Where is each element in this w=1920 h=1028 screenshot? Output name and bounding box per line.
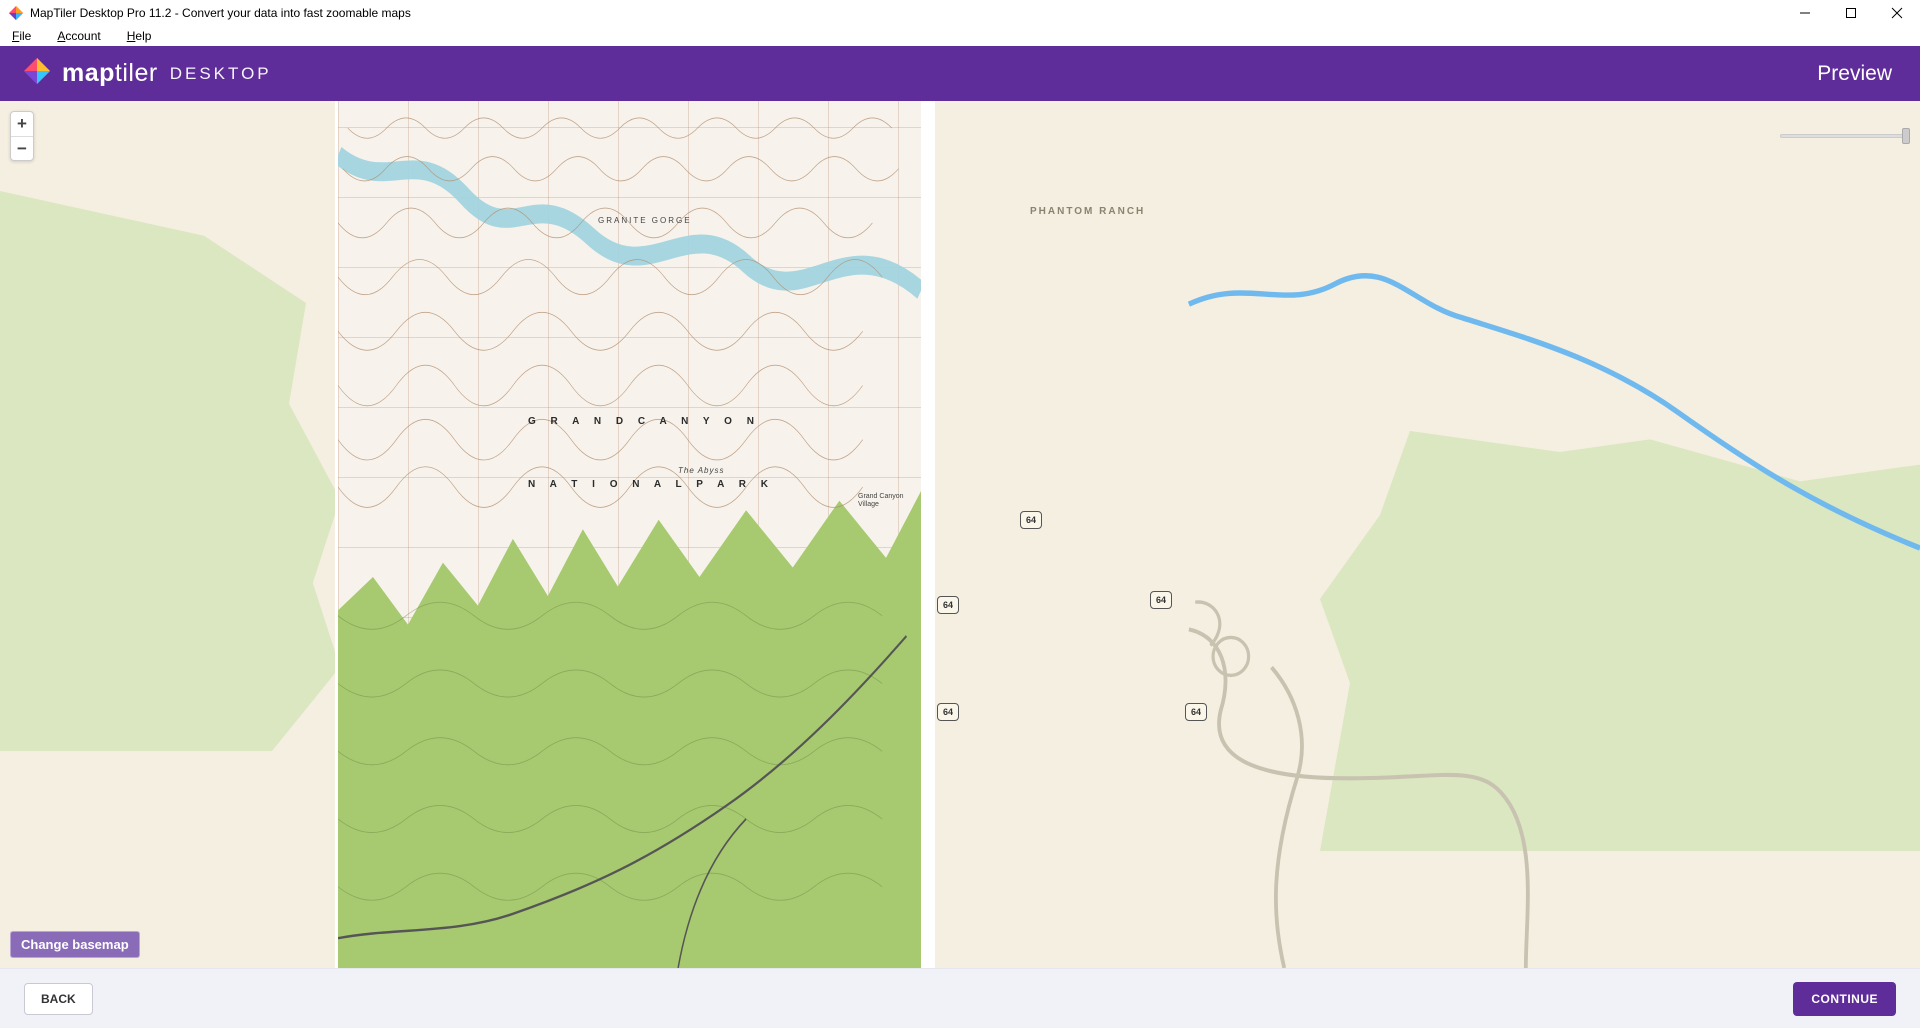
- overlay-topo-image: G R A N D C A N Y O N N A T I O N A L P …: [335, 101, 935, 968]
- brand-suffix: DESKTOP: [170, 64, 272, 84]
- brand-name: maptiler: [62, 59, 158, 88]
- window-minimize-button[interactable]: [1782, 0, 1828, 26]
- zoom-out-button[interactable]: −: [11, 136, 33, 160]
- window-close-button[interactable]: [1874, 0, 1920, 26]
- continue-button[interactable]: CONTINUE: [1793, 982, 1896, 1016]
- window-maximize-button[interactable]: [1828, 0, 1874, 26]
- zoom-control: + −: [10, 111, 34, 161]
- opacity-slider[interactable]: [1780, 131, 1910, 141]
- change-basemap-button[interactable]: Change basemap: [10, 931, 140, 958]
- overlay-label-grand-canyon: G R A N D C A N Y O N: [528, 416, 760, 427]
- overlay-label-granite-gorge: GRANITE GORGE: [598, 216, 692, 225]
- brand-logo-icon: [22, 56, 52, 91]
- menu-account[interactable]: Account: [57, 29, 100, 43]
- window-titlebar: MapTiler Desktop Pro 11.2 - Convert your…: [0, 0, 1920, 26]
- overlay-label-village: Grand Canyon Village: [858, 493, 918, 508]
- basemap-lines: [0, 101, 1920, 968]
- menu-help[interactable]: Help: [127, 29, 152, 43]
- slider-thumb-icon[interactable]: [1902, 128, 1910, 144]
- zoom-in-button[interactable]: +: [11, 112, 33, 136]
- menu-file[interactable]: File: [12, 29, 31, 43]
- page-title: Preview: [1817, 62, 1892, 86]
- window-title: MapTiler Desktop Pro 11.2 - Convert your…: [30, 6, 1782, 20]
- back-button[interactable]: BACK: [24, 983, 93, 1015]
- map-preview[interactable]: + − Change basemap PHANTOM RANCH 64 64 6…: [0, 101, 1920, 968]
- menubar: File Account Help: [0, 26, 1920, 46]
- footer: BACK CONTINUE: [0, 968, 1920, 1028]
- overlay-label-the-abyss: The Abyss: [678, 466, 725, 475]
- brand: maptiler DESKTOP: [22, 56, 272, 91]
- app-header: maptiler DESKTOP Preview: [0, 46, 1920, 101]
- app-icon: [8, 5, 24, 21]
- overlay-label-national-park: N A T I O N A L P A R K: [528, 479, 774, 490]
